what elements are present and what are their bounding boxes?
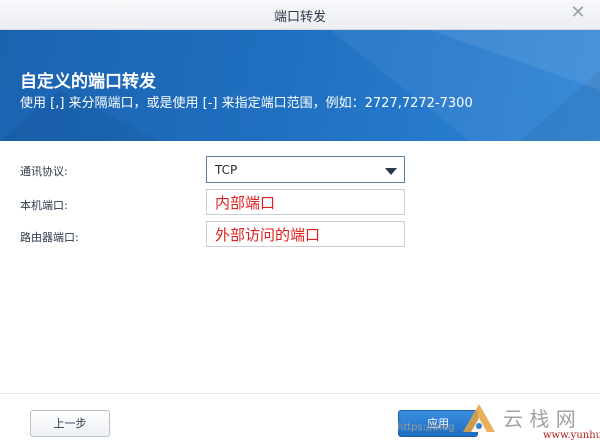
port-forwarding-dialog: 端口转发 ✕ 自定义的端口转发 使用 [,] 来分隔端口，或是使用 [-] 来指… xyxy=(0,0,600,446)
router-port-label: 路由器端口: xyxy=(20,231,79,244)
local-port-label: 本机端口: xyxy=(20,199,68,212)
title-bar: 端口转发 ✕ xyxy=(0,0,600,30)
dropdown-arrow-icon xyxy=(385,168,397,175)
watermark-site: www.yunhu.net xyxy=(543,430,600,441)
router-port-annotation: 外部访问的端口 xyxy=(215,226,321,244)
watermark-url: https://blog xyxy=(397,422,455,433)
footer-divider xyxy=(0,393,600,394)
local-port-input[interactable]: 内部端口 xyxy=(206,189,405,215)
protocol-select[interactable]: TCP xyxy=(206,156,405,183)
close-icon[interactable]: ✕ xyxy=(568,3,588,23)
banner-description: 使用 [,] 来分隔端口，或是使用 [-] 来指定端口范围，例如：2727,72… xyxy=(20,96,473,111)
dialog-title: 端口转发 xyxy=(273,10,326,25)
svg-text:云 栈 网: 云 栈 网 xyxy=(503,407,576,431)
header-banner: 自定义的端口转发 使用 [,] 来分隔端口，或是使用 [-] 来指定端口范围，例… xyxy=(0,30,600,141)
back-button[interactable]: 上一步 xyxy=(30,410,110,437)
protocol-select-value: TCP xyxy=(215,163,238,177)
protocol-label: 通讯协议: xyxy=(20,165,68,178)
local-port-annotation: 内部端口 xyxy=(215,194,276,212)
router-port-input[interactable]: 外部访问的端口 xyxy=(206,221,405,247)
banner-title: 自定义的端口转发 xyxy=(20,72,156,92)
